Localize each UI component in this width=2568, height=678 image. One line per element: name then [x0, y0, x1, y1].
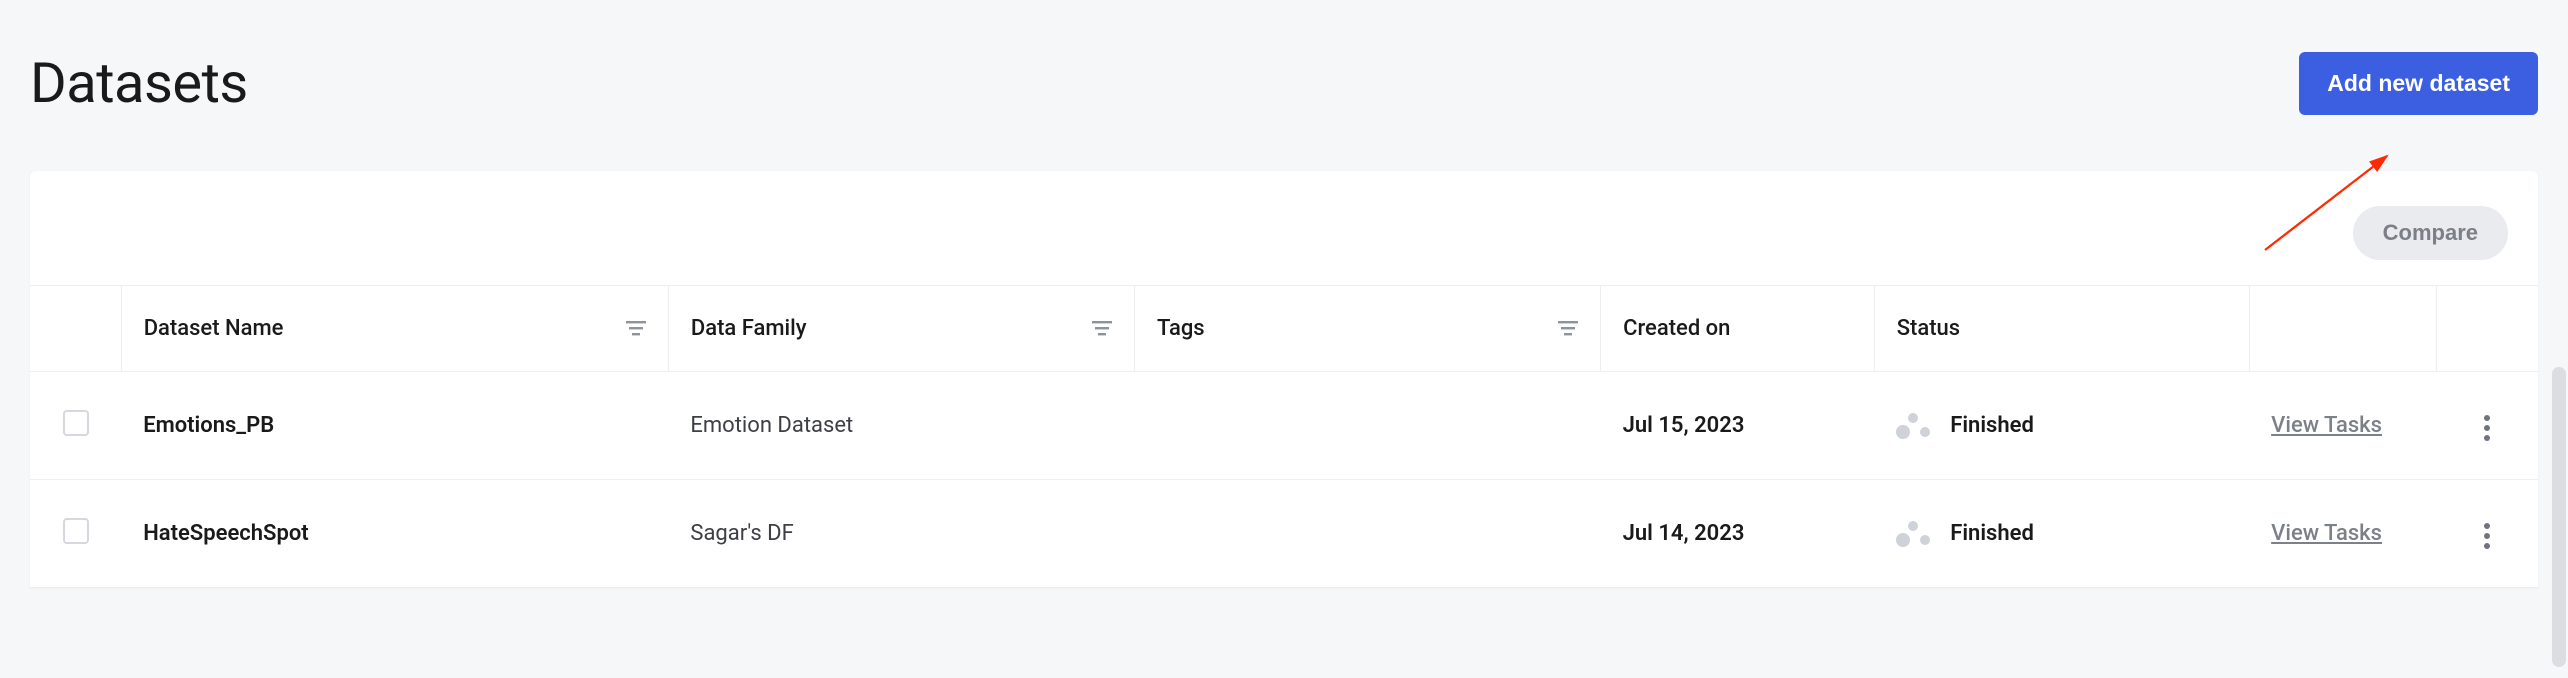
column-header-created-label: Created on — [1623, 316, 1730, 341]
add-new-dataset-button[interactable]: Add new dataset — [2299, 52, 2538, 115]
column-header-name[interactable]: Dataset Name — [121, 286, 668, 372]
kebab-menu-icon[interactable] — [2476, 515, 2498, 557]
view-tasks-link[interactable]: View Tasks — [2271, 521, 2382, 546]
column-header-status[interactable]: Status — [1874, 286, 2249, 372]
status-cell-wrapper: Finished — [1874, 480, 2249, 588]
column-header-tags-label: Tags — [1157, 316, 1205, 341]
column-header-tags[interactable]: Tags — [1135, 286, 1601, 372]
compare-button[interactable]: Compare — [2353, 206, 2508, 260]
dataset-name-cell: Emotions_PB — [121, 372, 668, 480]
scrollbar-track[interactable] — [2552, 367, 2566, 667]
status-text: Finished — [1950, 521, 2034, 546]
status-text: Finished — [1950, 413, 2034, 438]
filter-icon[interactable] — [626, 321, 646, 337]
column-header-select — [30, 286, 121, 372]
tags-cell — [1135, 480, 1601, 588]
tags-cell — [1135, 372, 1601, 480]
column-header-action — [2249, 286, 2436, 372]
dataset-name-cell: HateSpeechSpot — [121, 480, 668, 588]
created-on-cell: Jul 14, 2023 — [1601, 480, 1875, 588]
created-on-cell: Jul 15, 2023 — [1601, 372, 1875, 480]
status-cell-wrapper: Finished — [1874, 372, 2249, 480]
datasets-table: Dataset Name Data Family Tags — [30, 285, 2538, 588]
row-checkbox[interactable] — [63, 518, 89, 544]
row-checkbox[interactable] — [63, 410, 89, 436]
datasets-table-card: Compare Dataset Name — [30, 171, 2538, 588]
data-family-cell: Emotion Dataset — [668, 372, 1134, 480]
page-title: Datasets — [30, 50, 248, 116]
column-header-status-label: Status — [1897, 316, 1960, 341]
filter-icon[interactable] — [1558, 321, 1578, 337]
table-row[interactable]: Emotions_PB Emotion Dataset Jul 15, 2023… — [30, 372, 2538, 480]
column-header-created[interactable]: Created on — [1601, 286, 1875, 372]
filter-icon[interactable] — [1092, 321, 1112, 337]
column-header-family[interactable]: Data Family — [668, 286, 1134, 372]
table-row[interactable]: HateSpeechSpot Sagar's DF Jul 14, 2023 F… — [30, 480, 2538, 588]
column-header-family-label: Data Family — [691, 316, 807, 341]
data-family-cell: Sagar's DF — [668, 480, 1134, 588]
kebab-menu-icon[interactable] — [2476, 407, 2498, 449]
view-tasks-link[interactable]: View Tasks — [2271, 413, 2382, 438]
column-header-menu — [2437, 286, 2538, 372]
column-header-name-label: Dataset Name — [144, 316, 284, 341]
status-dots-icon — [1896, 413, 1930, 439]
status-dots-icon — [1896, 521, 1930, 547]
